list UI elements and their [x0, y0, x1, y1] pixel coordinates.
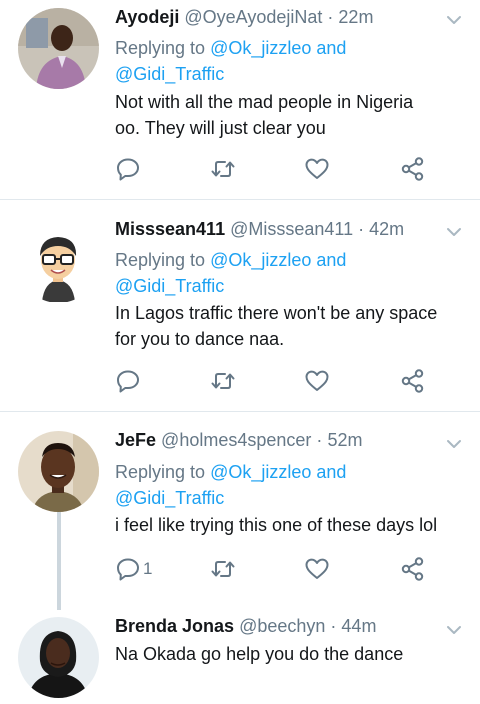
tweet-text-line: oo. They will just clear you — [115, 118, 326, 138]
avatar[interactable] — [18, 222, 99, 303]
tweet-actions: 1 — [115, 555, 435, 583]
mention-and[interactable]: and — [316, 38, 346, 58]
tweet-brenda-jonas[interactable]: Brenda Jonas @beechyn · 44m Na Okada go … — [0, 604, 480, 704]
mention-and[interactable]: and — [316, 250, 346, 270]
replying-to: Replying to @Ok_jizzleo and @Gidi_Traffi… — [115, 247, 346, 299]
reply-button[interactable] — [115, 155, 143, 183]
retweet-button[interactable] — [210, 367, 236, 395]
share-icon — [401, 557, 424, 581]
like-button[interactable] — [304, 555, 330, 583]
chevron-down-icon[interactable] — [446, 436, 462, 452]
mention-link[interactable]: @Gidi_Traffic — [115, 276, 224, 296]
share-button[interactable] — [400, 367, 426, 395]
timestamp[interactable]: 22m — [338, 7, 373, 27]
chevron-down-icon[interactable] — [446, 12, 462, 28]
tweet-jefe[interactable]: JeFe @holmes4spencer · 52m Replying to @… — [0, 412, 480, 604]
timestamp[interactable]: 52m — [327, 430, 362, 450]
chevron-down-icon[interactable] — [446, 622, 462, 638]
retweet-icon — [211, 561, 235, 577]
tweet-ayodeji[interactable]: Ayodeji @OyeAyodejiNat · 22m Replying to… — [0, 0, 480, 200]
username[interactable]: @OyeAyodejiNat — [184, 7, 322, 27]
replying-to: Replying to @Ok_jizzleo and @Gidi_Traffi… — [115, 35, 346, 87]
share-button[interactable] — [400, 555, 426, 583]
tweet-misssean411[interactable]: Misssean411 @Misssean411 · 42m Replying … — [0, 200, 480, 411]
heart-icon — [305, 158, 329, 179]
reply-icon — [117, 158, 139, 181]
username[interactable]: @holmes4spencer — [161, 430, 311, 450]
heart-icon — [305, 370, 329, 391]
mention-link[interactable]: @Gidi_Traffic — [115, 488, 224, 508]
tweet-header: Brenda Jonas @beechyn · 44m — [115, 614, 376, 638]
tweet-header: Ayodeji @OyeAyodejiNat · 22m — [115, 5, 373, 29]
tweet-text: Na Okada go help you do the dance — [115, 641, 465, 667]
mention-link[interactable]: @Ok_jizzleo — [210, 250, 311, 270]
display-name[interactable]: Ayodeji — [115, 7, 179, 27]
tweet-header: Misssean411 @Misssean411 · 42m — [115, 217, 404, 241]
reply-button[interactable] — [115, 367, 143, 395]
username[interactable]: @Misssean411 — [230, 219, 353, 239]
share-icon — [401, 157, 424, 181]
mention-link[interactable]: @Ok_jizzleo — [210, 38, 311, 58]
tweet-text-line: In Lagos traffic there won't be any spac… — [115, 303, 438, 323]
tweet-text: In Lagos traffic there won't be any spac… — [115, 300, 465, 352]
tweet-text: Not with all the mad people in Nigeria o… — [115, 89, 465, 141]
tweet-text-line: i feel like trying this one of these day… — [115, 515, 438, 535]
replying-to-label: Replying to — [115, 462, 206, 482]
tweet-actions — [115, 155, 435, 183]
chevron-down-icon[interactable] — [446, 224, 462, 240]
tweet-text-line: Not with all the mad people in Nigeria — [115, 92, 414, 112]
replying-to-label: Replying to — [115, 250, 206, 270]
reply-button[interactable]: 1 — [115, 555, 152, 583]
separator: · — [358, 219, 365, 239]
retweet-button[interactable] — [210, 555, 236, 583]
reply-count: 1 — [143, 559, 153, 578]
tweet-actions — [115, 367, 435, 395]
reply-icon — [117, 558, 139, 581]
separator: · — [316, 430, 323, 450]
heart-icon — [305, 558, 329, 579]
tweet-text-line: for you to dance naa. — [115, 329, 285, 349]
share-button[interactable] — [400, 155, 426, 183]
display-name[interactable]: Brenda Jonas — [115, 616, 234, 636]
separator: · — [330, 616, 337, 636]
timestamp[interactable]: 42m — [369, 219, 404, 239]
like-button[interactable] — [304, 155, 330, 183]
avatar[interactable] — [18, 617, 99, 698]
mention-link[interactable]: @Gidi_Traffic — [115, 64, 224, 84]
replying-to-label: Replying to — [115, 38, 206, 58]
display-name[interactable]: JeFe — [115, 430, 156, 450]
separator: · — [327, 7, 334, 27]
reply-icon — [117, 370, 139, 393]
retweet-button[interactable] — [210, 155, 236, 183]
retweet-icon — [211, 373, 235, 389]
replying-to: Replying to @Ok_jizzleo and @Gidi_Traffi… — [115, 459, 346, 511]
share-icon — [401, 369, 424, 393]
mention-link[interactable]: @Ok_jizzleo — [210, 462, 311, 482]
timestamp[interactable]: 44m — [341, 616, 376, 636]
retweet-icon — [211, 161, 235, 177]
avatar[interactable] — [18, 8, 99, 89]
avatar[interactable] — [18, 431, 99, 512]
tweet-header: JeFe @holmes4spencer · 52m — [115, 428, 362, 452]
display-name[interactable]: Misssean411 — [115, 219, 225, 239]
username[interactable]: @beechyn — [239, 616, 325, 636]
tweet-text-line: Na Okada go help you do the dance — [115, 644, 404, 664]
like-button[interactable] — [304, 367, 330, 395]
tweet-text: i feel like trying this one of these day… — [115, 512, 475, 538]
mention-and[interactable]: and — [316, 462, 346, 482]
